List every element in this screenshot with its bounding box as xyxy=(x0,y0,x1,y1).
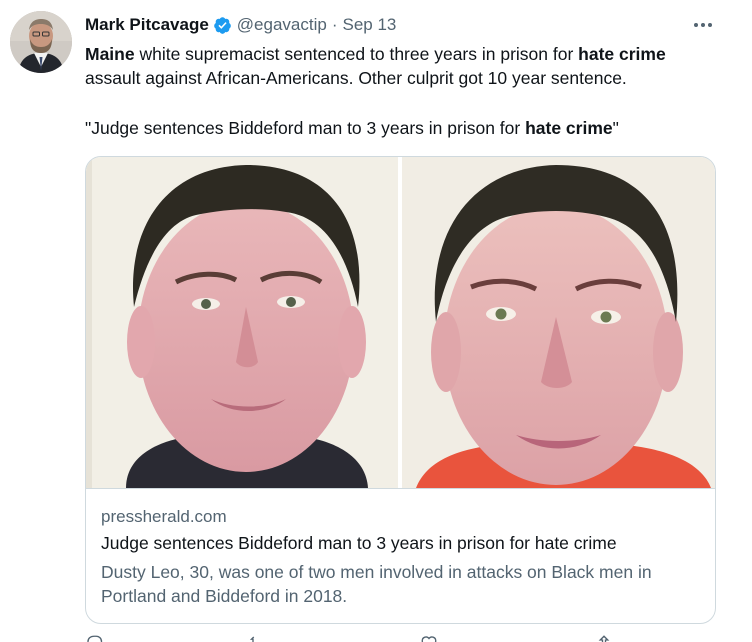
tweet-date[interactable]: Sep 13 xyxy=(343,15,397,35)
author-name[interactable]: Mark Pitcavage xyxy=(85,15,209,35)
text-segment: " xyxy=(612,118,619,138)
reply-icon[interactable] xyxy=(85,634,103,642)
text-segment: white supremacist sentenced to three yea… xyxy=(134,44,579,64)
more-horizontal-icon[interactable] xyxy=(690,14,716,36)
card-title[interactable]: Judge sentences Biddeford man to 3 years… xyxy=(101,533,617,554)
text-segment: "Judge sentences Biddeford man to 3 year… xyxy=(85,118,526,138)
like-icon[interactable] xyxy=(420,634,438,642)
tweet-actions xyxy=(85,634,685,642)
avatar[interactable] xyxy=(10,11,72,73)
card-description: Dusty Leo, 30, was one of two men involv… xyxy=(101,562,652,606)
tweet-text-line-1: Maine white supremacist sentenced to thr… xyxy=(85,42,725,66)
link-card[interactable]: pressherald.com Judge sentences Biddefor… xyxy=(85,156,716,624)
tweet-header: Mark Pitcavage @egavactip · Sep 13 xyxy=(85,13,396,37)
hashtag-maine[interactable]: Maine xyxy=(85,44,135,64)
tweet-text: Maine white supremacist sentenced to thr… xyxy=(85,42,725,140)
hashtag-hate-crime-2[interactable]: hate crime xyxy=(525,118,613,138)
tweet[interactable]: Mark Pitcavage @egavactip · Sep 13 Maine… xyxy=(0,0,752,642)
card-domain: pressherald.com xyxy=(101,507,227,526)
card-meta: pressherald.com Judge sentences Biddefor… xyxy=(86,488,715,606)
retweet-icon[interactable] xyxy=(250,634,268,642)
hashtag-hate-crime[interactable]: hate crime xyxy=(578,44,666,64)
share-icon[interactable] xyxy=(595,634,613,642)
card-image[interactable] xyxy=(86,157,715,488)
author-handle[interactable]: @egavactip xyxy=(237,15,327,35)
avatar-image xyxy=(10,11,72,73)
tweet-text-line-2: assault against African-Americans. Other… xyxy=(85,68,627,88)
verified-badge-icon xyxy=(213,16,231,34)
tweet-quote-line: "Judge sentences Biddeford man to 3 year… xyxy=(85,116,725,140)
separator-dot: · xyxy=(331,15,338,34)
